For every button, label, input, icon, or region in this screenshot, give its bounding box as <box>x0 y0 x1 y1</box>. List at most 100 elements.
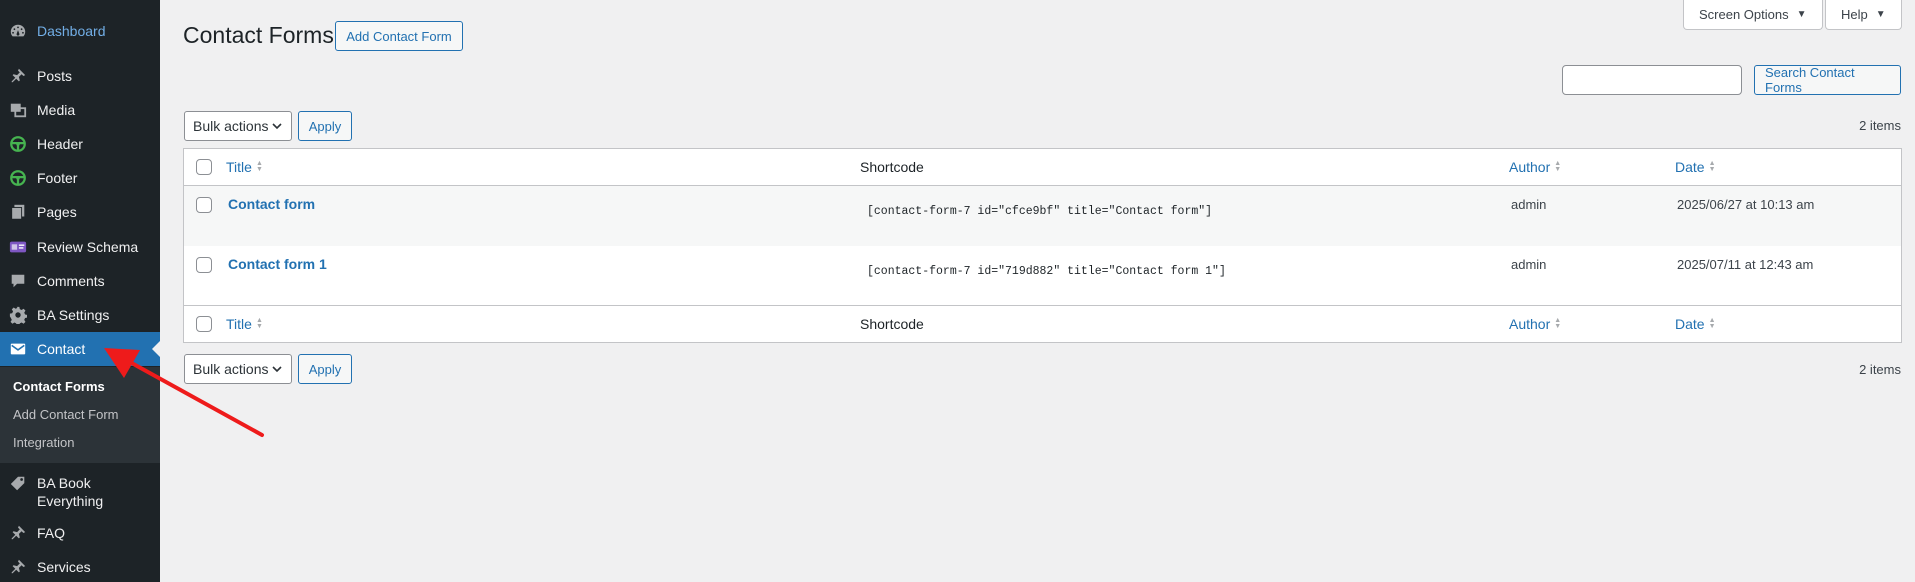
column-date-footer[interactable]: Date ▲ ▼ <box>1675 316 1716 332</box>
sidebar-item-label: Media <box>37 102 76 118</box>
sort-icon: ▲ ▼ <box>1554 317 1562 330</box>
sort-icon: ▲ ▼ <box>1554 160 1562 173</box>
sidebar-item-faq[interactable]: FAQ <box>0 516 160 550</box>
row-checkbox[interactable] <box>196 197 212 213</box>
table-footer: Title ▲ ▼ Shortcode Author ▲ ▼ Date ▲ ▼ <box>184 305 1901 342</box>
gear-icon <box>8 305 28 325</box>
column-shortcode-header: Shortcode <box>860 159 924 175</box>
row-shortcode: [contact-form-7 id="cfce9bf" title="Cont… <box>867 205 1213 218</box>
row-author: admin <box>1511 257 1547 272</box>
bulk-actions-label: Bulk actions <box>193 118 269 134</box>
sort-icon: ▲ ▼ <box>255 317 263 330</box>
sidebar-item-label: Pages <box>37 204 77 220</box>
sidebar-item-header[interactable]: Header <box>0 127 160 161</box>
row-checkbox[interactable] <box>196 257 212 273</box>
bulk-actions-label: Bulk actions <box>193 361 269 377</box>
sidebar-item-comments[interactable]: Comments <box>0 264 160 298</box>
sidebar-item-label: Services <box>37 559 91 575</box>
dashboard-icon <box>8 21 28 41</box>
submenu-item-integration[interactable]: Integration <box>0 429 160 457</box>
sidebar-item-label: BA Settings <box>37 307 110 323</box>
comment-icon <box>8 271 28 291</box>
screen-options-button[interactable]: Screen Options ▼ <box>1683 0 1823 30</box>
row-shortcode: [contact-form-7 id="719d882" title="Cont… <box>867 265 1226 278</box>
caret-down-icon: ▼ <box>1875 9 1886 20</box>
column-shortcode-footer: Shortcode <box>860 316 924 332</box>
pushpin-icon <box>8 523 28 543</box>
main-content: Screen Options ▼ Help ▼ Contact Forms Ad… <box>160 0 1915 582</box>
sidebar-item-ba-book-everything[interactable]: BA Book Everything <box>0 468 160 518</box>
select-all-checkbox[interactable] <box>196 159 212 175</box>
bulk-actions-select-top[interactable]: Bulk actions <box>184 111 292 141</box>
row-author: admin <box>1511 197 1547 212</box>
pushpin-icon <box>8 557 28 577</box>
row-date: 2025/07/11 at 12:43 am <box>1677 257 1814 272</box>
submenu-item-contact-forms[interactable]: Contact Forms <box>0 373 160 401</box>
column-title-header[interactable]: Title ▲ ▼ <box>226 159 263 175</box>
select-all-checkbox-footer[interactable] <box>196 316 212 332</box>
search-contact-forms-button[interactable]: Search Contact Forms <box>1754 65 1901 95</box>
add-contact-form-button[interactable]: Add Contact Form <box>335 21 463 51</box>
items-count-top: 2 items <box>1859 118 1901 133</box>
tag-icon <box>8 474 28 494</box>
bulk-actions-select-bottom[interactable]: Bulk actions <box>184 354 292 384</box>
column-title-label: Title <box>226 316 252 332</box>
submenu-item-add-contact-form[interactable]: Add Contact Form <box>0 401 160 429</box>
help-label: Help <box>1841 7 1868 22</box>
column-date-header[interactable]: Date ▲ ▼ <box>1675 159 1716 175</box>
pushpin-icon <box>8 66 28 86</box>
contact-submenu: Contact Forms Add Contact Form Integrati… <box>0 367 160 463</box>
sidebar-item-label: Dashboard <box>37 23 106 39</box>
sidebar-item-services[interactable]: Services <box>0 550 160 582</box>
sidebar-item-label: FAQ <box>37 525 66 541</box>
page-title: Contact Forms <box>183 22 334 48</box>
pages-icon <box>8 202 28 222</box>
sidebar-item-posts[interactable]: Posts <box>0 59 160 93</box>
column-author-label: Author <box>1509 159 1551 175</box>
sidebar-item-label: Review Schema <box>37 239 139 255</box>
column-title-footer[interactable]: Title ▲ ▼ <box>226 316 263 332</box>
sidebar-item-pages[interactable]: Pages <box>0 195 160 229</box>
sidebar-item-footer[interactable]: Footer <box>0 161 160 195</box>
caret-down-icon: ▼ <box>1796 9 1807 20</box>
sidebar-item-ba-settings[interactable]: BA Settings <box>0 298 160 332</box>
column-author-label: Author <box>1509 316 1551 332</box>
sidebar-item-media[interactable]: Media <box>0 93 160 127</box>
sidebar-item-review-schema[interactable]: Review Schema <box>0 230 160 264</box>
sort-icon: ▲ ▼ <box>255 160 263 173</box>
screen-options-label: Screen Options <box>1699 7 1789 22</box>
sidebar-item-contact[interactable]: Contact <box>0 332 160 366</box>
column-author-footer[interactable]: Author ▲ ▼ <box>1509 316 1561 332</box>
help-button[interactable]: Help ▼ <box>1825 0 1902 30</box>
sidebar-item-label: Posts <box>37 68 73 84</box>
table-row: Contact form 1 [contact-form-7 id="719d8… <box>184 246 1901 306</box>
items-count-bottom: 2 items <box>1859 362 1901 377</box>
chevron-down-icon <box>272 123 282 130</box>
sidebar-item-label: Contact <box>37 341 86 357</box>
sidebar-item-label: Header <box>37 136 83 152</box>
row-title-link[interactable]: Contact form 1 <box>228 256 327 272</box>
sidebar-item-dashboard[interactable]: Dashboard <box>0 14 160 48</box>
envelope-icon <box>8 339 28 359</box>
sidebar-item-label: Footer <box>37 170 78 186</box>
column-date-label: Date <box>1675 316 1705 332</box>
column-title-label: Title <box>226 159 252 175</box>
row-date: 2025/06/27 at 10:13 am <box>1677 197 1815 212</box>
steering-wheel-icon <box>8 134 28 154</box>
sort-icon: ▲ ▼ <box>1708 317 1716 330</box>
search-input[interactable] <box>1562 65 1742 95</box>
apply-button-top[interactable]: Apply <box>298 111 352 141</box>
sidebar-item-label: Comments <box>37 273 105 289</box>
contact-forms-table: Title ▲ ▼ Shortcode Author ▲ ▼ Date ▲ ▼ Con… <box>183 148 1902 343</box>
column-author-header[interactable]: Author ▲ ▼ <box>1509 159 1561 175</box>
apply-button-bottom[interactable]: Apply <box>298 354 352 384</box>
chevron-down-icon <box>272 366 282 373</box>
media-icon <box>8 100 28 120</box>
row-title-link[interactable]: Contact form <box>228 196 315 212</box>
column-date-label: Date <box>1675 159 1705 175</box>
steering-wheel-icon <box>8 168 28 188</box>
sort-icon: ▲ ▼ <box>1708 160 1716 173</box>
sidebar-item-label: BA Book Everything <box>37 475 104 509</box>
admin-sidebar: Dashboard Posts Media Header Footer Page… <box>0 0 160 582</box>
table-header: Title ▲ ▼ Shortcode Author ▲ ▼ Date ▲ ▼ <box>184 149 1901 186</box>
